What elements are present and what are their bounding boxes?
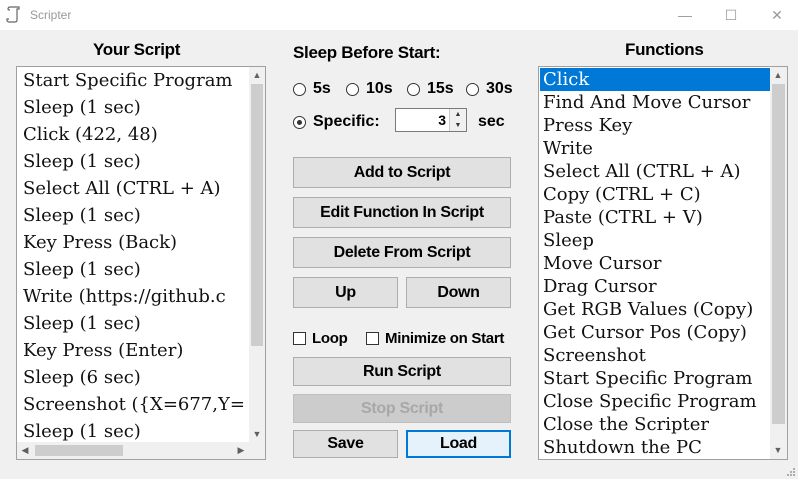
script-vertical-scrollbar[interactable]: ▲ ▼ bbox=[249, 67, 265, 442]
radio-circle-icon bbox=[293, 82, 306, 96]
script-vscroll-thumb[interactable] bbox=[251, 84, 263, 346]
radio-specific[interactable]: Specific: bbox=[293, 113, 380, 131]
delete-from-script-button[interactable]: Delete From Script bbox=[293, 237, 511, 268]
maximize-button[interactable]: ☐ bbox=[708, 0, 754, 30]
sleep-seconds-spinbox[interactable]: 3 ▲ ▼ bbox=[395, 108, 467, 132]
minimize-on-start-label: Minimize on Start bbox=[385, 330, 505, 347]
sleep-heading: Sleep Before Start: bbox=[293, 43, 441, 62]
minimize-button[interactable]: — bbox=[662, 0, 708, 30]
script-item[interactable]: Sleep (1 sec) bbox=[23, 259, 141, 281]
scroll-right-arrow-icon[interactable]: ▶ bbox=[233, 442, 249, 458]
move-up-button[interactable]: Up bbox=[293, 277, 398, 308]
scroll-left-arrow-icon[interactable]: ◀ bbox=[17, 442, 33, 458]
scroll-down-arrow-icon[interactable]: ▼ bbox=[770, 442, 786, 458]
scroll-up-arrow-icon[interactable]: ▲ bbox=[770, 67, 786, 83]
function-item[interactable]: Click bbox=[540, 68, 770, 91]
script-item[interactable]: Sleep (1 sec) bbox=[23, 97, 141, 119]
spin-down-arrow-icon[interactable]: ▼ bbox=[450, 120, 466, 131]
function-item[interactable]: Find And Move Cursor bbox=[540, 91, 770, 114]
edit-function-button[interactable]: Edit Function In Script bbox=[293, 197, 511, 228]
script-item[interactable]: Click (422, 48) bbox=[23, 124, 158, 146]
script-item[interactable]: Sleep (1 sec) bbox=[23, 205, 141, 227]
save-button[interactable]: Save bbox=[293, 430, 398, 458]
functions-vertical-scrollbar[interactable]: ▲ ▼ bbox=[770, 67, 787, 459]
function-item[interactable]: Screenshot bbox=[540, 344, 770, 367]
radio-10s-label: 10s bbox=[366, 80, 393, 97]
window-title: Scripter bbox=[30, 8, 72, 22]
script-item[interactable]: Sleep (1 sec) bbox=[23, 421, 141, 443]
function-item[interactable]: Close the Scripter bbox=[540, 413, 770, 436]
script-item[interactable]: Sleep (1 sec) bbox=[23, 151, 141, 173]
script-listbox[interactable]: Start Specific Program Sleep (1 sec) Cli… bbox=[16, 66, 266, 460]
radio-15s-label: 15s bbox=[427, 80, 454, 97]
resize-grip-icon[interactable] bbox=[786, 467, 796, 477]
script-item[interactable]: Key Press (Back) bbox=[23, 232, 177, 254]
function-item[interactable]: Copy (CTRL + C) bbox=[540, 183, 770, 206]
add-to-script-button[interactable]: Add to Script bbox=[293, 157, 511, 188]
function-item[interactable]: Get Cursor Pos (Copy) bbox=[540, 321, 770, 344]
function-item[interactable]: Sleep bbox=[540, 229, 770, 252]
script-item[interactable]: Write (https://github.c bbox=[23, 286, 226, 308]
scrollbar-corner bbox=[249, 442, 265, 459]
radio-selected-icon bbox=[293, 115, 306, 129]
function-item[interactable]: Paste (CTRL + V) bbox=[540, 206, 770, 229]
run-script-button[interactable]: Run Script bbox=[293, 357, 511, 386]
checkbox-icon bbox=[366, 332, 379, 345]
radio-5s[interactable]: 5s bbox=[293, 80, 331, 98]
radio-30s-label: 30s bbox=[486, 80, 513, 97]
checkbox-icon bbox=[293, 332, 306, 345]
script-item[interactable]: Sleep (1 sec) bbox=[23, 313, 141, 335]
radio-circle-icon bbox=[466, 82, 479, 96]
script-item[interactable]: Start Specific Program bbox=[23, 70, 233, 92]
minimize-on-start-checkbox[interactable]: Minimize on Start bbox=[366, 330, 504, 347]
sleep-seconds-value[interactable]: 3 bbox=[438, 112, 446, 128]
function-item[interactable]: Start Specific Program bbox=[540, 367, 770, 390]
functions-heading: Functions bbox=[625, 40, 704, 59]
radio-30s[interactable]: 30s bbox=[466, 80, 513, 98]
script-item[interactable]: Select All (CTRL + A) bbox=[23, 178, 221, 200]
radio-circle-icon bbox=[407, 82, 420, 96]
function-item[interactable]: Move Cursor bbox=[540, 252, 770, 275]
functions-listbox[interactable]: Click Find And Move Cursor Press Key Wri… bbox=[538, 66, 788, 460]
script-hscroll-thumb[interactable] bbox=[35, 445, 123, 456]
title-bar: Scripter — ☐ ✕ bbox=[0, 0, 798, 30]
functions-vscroll-thumb[interactable] bbox=[772, 84, 785, 424]
radio-10s[interactable]: 10s bbox=[346, 80, 393, 98]
loop-label: Loop bbox=[312, 330, 348, 347]
function-item[interactable]: Drag Cursor bbox=[540, 275, 770, 298]
stop-script-button: Stop Script bbox=[293, 394, 511, 423]
scroll-down-arrow-icon[interactable]: ▼ bbox=[249, 426, 265, 442]
radio-specific-label: Specific: bbox=[313, 113, 380, 130]
seconds-unit-label: sec bbox=[478, 113, 505, 130]
radio-15s[interactable]: 15s bbox=[407, 80, 454, 98]
radio-circle-icon bbox=[346, 82, 359, 96]
function-item[interactable]: Select All (CTRL + A) bbox=[540, 160, 770, 183]
function-item[interactable]: Get RGB Values (Copy) bbox=[540, 298, 770, 321]
script-item[interactable]: Sleep (6 sec) bbox=[23, 367, 141, 389]
function-item[interactable]: Close Specific Program bbox=[540, 390, 770, 413]
script-heading: Your Script bbox=[93, 40, 181, 59]
spin-buttons: ▲ ▼ bbox=[449, 109, 466, 131]
scroll-up-arrow-icon[interactable]: ▲ bbox=[249, 67, 265, 83]
move-down-button[interactable]: Down bbox=[406, 277, 511, 308]
close-button[interactable]: ✕ bbox=[754, 0, 798, 30]
script-horizontal-scrollbar[interactable]: ◀ ▶ bbox=[17, 442, 249, 459]
radio-5s-label: 5s bbox=[313, 80, 331, 97]
function-item[interactable]: Write bbox=[540, 137, 770, 160]
scroll-app-icon bbox=[6, 6, 20, 23]
script-item[interactable]: Screenshot ({X=677,Y= bbox=[23, 394, 245, 416]
function-item[interactable]: Shutdown the PC bbox=[540, 436, 770, 459]
loop-checkbox[interactable]: Loop bbox=[293, 330, 348, 347]
function-item[interactable]: Press Key bbox=[540, 114, 770, 137]
load-button[interactable]: Load bbox=[406, 430, 511, 458]
script-item[interactable]: Key Press (Enter) bbox=[23, 340, 183, 362]
